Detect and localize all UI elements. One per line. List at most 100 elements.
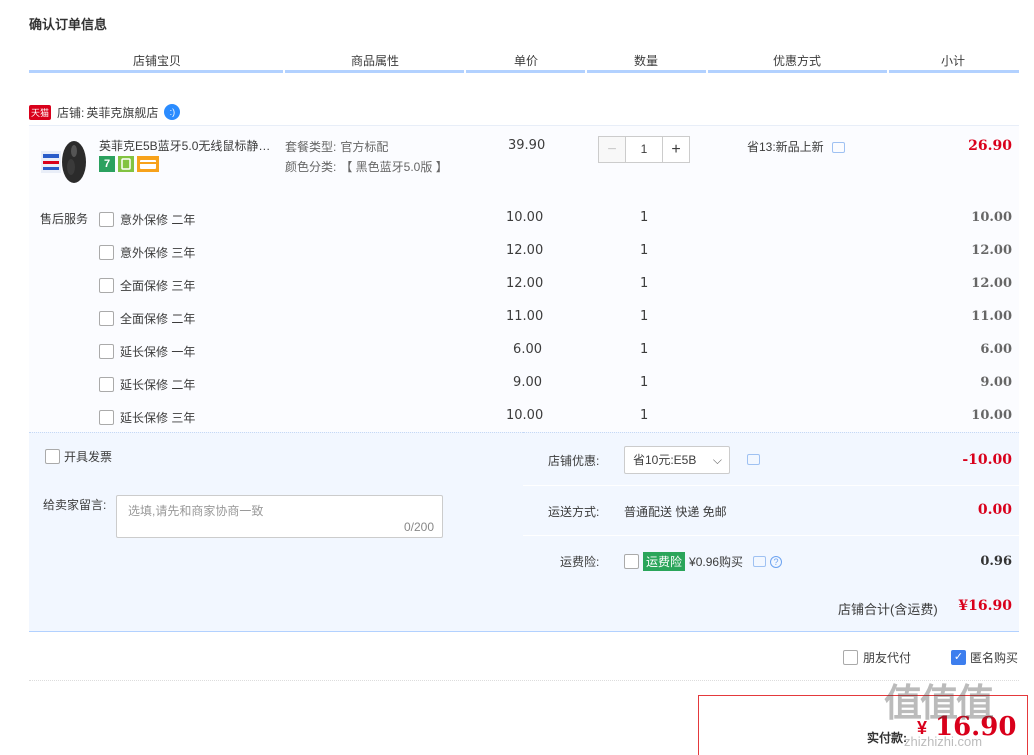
pay-label: 实付款: xyxy=(867,731,907,745)
divider xyxy=(29,680,1019,681)
product-badges: 7 xyxy=(99,156,159,172)
guarantee-icon xyxy=(118,156,134,172)
shop-discount-amount: -10.00 xyxy=(962,452,1012,468)
help-icon[interactable]: ? xyxy=(770,555,783,568)
service-name: 延长保修 三年 xyxy=(120,411,196,425)
service-qty: 1 xyxy=(640,342,649,357)
service-checkbox[interactable] xyxy=(99,311,114,326)
service-checkbox[interactable] xyxy=(99,212,114,227)
friend-pay-option[interactable]: 朋友代付 xyxy=(843,649,911,666)
service-qty: 1 xyxy=(640,408,649,423)
anonymous-checkbox[interactable]: ✓ xyxy=(951,650,966,665)
service-checkbox[interactable] xyxy=(99,377,114,392)
service-subtotal: 10.00 xyxy=(971,408,1012,423)
tmall-icon: 天猫 xyxy=(29,104,52,120)
service-checkbox[interactable] xyxy=(99,344,114,359)
service-option[interactable]: 意外保修 三年 xyxy=(99,244,195,261)
insurance-info-icon[interactable] xyxy=(753,556,767,567)
service-subtotal: 12.00 xyxy=(971,243,1012,258)
page-title: 确认订单信息 xyxy=(29,17,108,32)
service-price: 11.00 xyxy=(506,309,544,324)
qty-decrease-button[interactable]: − xyxy=(598,136,626,163)
insurance-option[interactable]: 运费险 ¥0.96购买 ? xyxy=(624,552,783,571)
attr-color-value: 【 黑色蓝牙5.0版 】 xyxy=(340,160,448,174)
message-counter: 0/200 xyxy=(403,520,434,534)
shop-discount-select[interactable]: 省10元:E5B ⌵ xyxy=(624,446,730,474)
promo-text: 省13:新品上新 xyxy=(747,138,846,155)
friend-pay-checkbox[interactable] xyxy=(843,650,858,665)
shop-discount-label: 店铺优惠: xyxy=(548,454,600,468)
service-qty: 1 xyxy=(640,276,649,291)
seven-day-return-icon: 7 xyxy=(99,156,115,172)
service-price: 6.00 xyxy=(513,342,542,357)
promo-info-icon[interactable] xyxy=(832,142,846,154)
service-name: 全面保修 二年 xyxy=(120,312,196,326)
service-price: 10.00 xyxy=(506,210,544,225)
service-option[interactable]: 全面保修 二年 xyxy=(99,310,195,327)
service-qty: 1 xyxy=(640,210,649,225)
invoice-label: 开具发票 xyxy=(64,450,113,464)
discount-info-icon[interactable] xyxy=(747,454,760,465)
service-price: 12.00 xyxy=(506,276,544,291)
watermark-logo: 值值值 xyxy=(884,683,994,725)
service-checkbox[interactable] xyxy=(99,278,114,293)
shipping-amount: 0.00 xyxy=(977,502,1012,518)
service-name: 延长保修 二年 xyxy=(120,378,196,392)
shop-total-label: 店铺合计(含运费) xyxy=(838,602,938,617)
friend-pay-label: 朋友代付 xyxy=(863,651,912,665)
service-subtotal: 10.00 xyxy=(971,210,1012,225)
unit-price: 39.90 xyxy=(508,138,546,153)
qty-increase-button[interactable]: + xyxy=(662,136,690,163)
col-header-attr: 商品属性 xyxy=(350,54,399,68)
service-option[interactable]: 全面保修 三年 xyxy=(99,277,195,294)
insurance-price: ¥0.96购买 xyxy=(689,555,744,569)
wangwang-chat-icon[interactable]: :) xyxy=(164,104,181,120)
insurance-tag: 运费险 xyxy=(643,552,686,571)
service-subtotal: 11.00 xyxy=(971,309,1012,324)
shop-label: 店铺: xyxy=(57,105,85,120)
invoice-option[interactable]: 开具发票 xyxy=(45,448,112,465)
qty-input[interactable]: 1 xyxy=(626,136,662,163)
quantity-stepper: − 1 + xyxy=(598,136,690,163)
service-name: 延长保修 一年 xyxy=(120,345,196,359)
anonymous-label: 匿名购买 xyxy=(970,651,1019,665)
header-underline xyxy=(29,70,1019,73)
service-price: 10.00 xyxy=(506,408,544,423)
service-qty: 1 xyxy=(640,309,649,324)
attr-color: 颜色分类: 【 黑色蓝牙5.0版 】 xyxy=(285,158,448,175)
attr-package: 套餐类型: 官方标配 xyxy=(285,138,388,155)
col-header-price: 单价 xyxy=(513,54,538,68)
product-thumbnail[interactable] xyxy=(40,137,90,187)
product-name-link[interactable]: 英菲克E5B蓝牙5.0无线鼠标静… xyxy=(99,137,277,154)
attr-package-label: 套餐类型: xyxy=(285,140,337,154)
service-section-label: 售后服务 xyxy=(40,212,89,226)
service-option[interactable]: 延长保修 一年 xyxy=(99,343,195,360)
insurance-checkbox[interactable] xyxy=(624,554,639,569)
service-option[interactable]: 意外保修 二年 xyxy=(99,211,195,228)
service-name: 意外保修 二年 xyxy=(120,213,196,227)
service-price: 9.00 xyxy=(513,375,542,390)
attr-color-label: 颜色分类: xyxy=(285,160,337,174)
message-placeholder: 选填,请先和商家协商一致 xyxy=(128,504,264,518)
message-textarea[interactable]: 选填,请先和商家协商一致 0/200 xyxy=(116,495,443,538)
service-name: 全面保修 三年 xyxy=(120,279,196,293)
col-header-promo: 优惠方式 xyxy=(772,54,821,68)
service-checkbox[interactable] xyxy=(99,410,114,425)
service-option[interactable]: 延长保修 二年 xyxy=(99,376,195,393)
insurance-amount: 0.96 xyxy=(980,554,1012,569)
service-option[interactable]: 延长保修 三年 xyxy=(99,409,195,426)
col-header-subtotal: 小计 xyxy=(940,54,965,68)
shop-total-amount: ¥16.90 xyxy=(958,598,1012,614)
service-checkbox[interactable] xyxy=(99,245,114,260)
shipping-label: 运送方式: xyxy=(548,505,600,519)
col-header-item: 店铺宝贝 xyxy=(132,54,181,68)
shop-name[interactable]: 英菲克旗舰店 xyxy=(86,104,158,121)
invoice-checkbox[interactable] xyxy=(45,449,60,464)
promo-label: 省13:新品上新 xyxy=(747,140,824,154)
chevron-down-icon: ⌵ xyxy=(712,453,722,467)
service-subtotal: 6.00 xyxy=(980,342,1012,357)
anonymous-option[interactable]: ✓ 匿名购买 xyxy=(951,649,1018,666)
service-name: 意外保修 三年 xyxy=(120,246,196,260)
shop-discount-value: 省10元:E5B xyxy=(633,453,697,467)
service-subtotal: 12.00 xyxy=(971,276,1012,291)
